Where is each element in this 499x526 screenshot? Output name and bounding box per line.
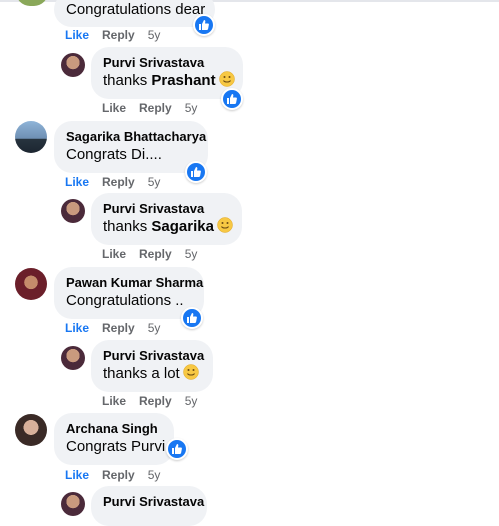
comment-bubble: Purvi Srivastava thanks Sagarika (91, 193, 242, 245)
comment-actions: Like Reply 5y (65, 28, 173, 42)
timestamp[interactable]: 5y (148, 321, 161, 335)
comment-text: thanks Prashant (103, 71, 235, 90)
comment-text: Congrats Di.... (66, 146, 162, 163)
comment-text: Congratulations dear (66, 1, 206, 18)
like-button[interactable]: Like (65, 28, 89, 42)
like-button[interactable]: Like (102, 394, 126, 408)
like-reaction-icon[interactable] (166, 438, 188, 460)
comment-text-prefix: thanks (103, 72, 152, 89)
reply-button[interactable]: Reply (139, 247, 172, 261)
mention-link[interactable]: Sagarika (151, 218, 214, 235)
like-button[interactable]: Like (65, 321, 89, 335)
comment-text-body: thanks a lot (103, 365, 180, 382)
commenter-name[interactable]: Archana Singh (66, 421, 162, 437)
avatar[interactable] (16, 0, 48, 6)
like-reaction-icon[interactable] (221, 88, 243, 110)
comment-text: Congrats Purvi (66, 438, 166, 455)
smiley-emoji-icon (182, 364, 199, 380)
comment-bubble: Purvi Srivastava (91, 486, 207, 526)
avatar[interactable] (61, 53, 85, 77)
avatar[interactable] (15, 268, 47, 300)
reply-button[interactable]: Reply (102, 175, 135, 189)
comment-text-prefix: thanks (103, 218, 152, 235)
like-reaction-icon[interactable] (193, 14, 215, 36)
avatar[interactable] (61, 346, 85, 370)
like-button[interactable]: Like (65, 468, 89, 482)
timestamp[interactable]: 5y (185, 394, 198, 408)
avatar[interactable] (15, 414, 47, 446)
comment-text: thanks Sagarika (103, 217, 233, 236)
comment-text: thanks a lot (103, 364, 201, 383)
reply-button[interactable]: Reply (102, 321, 135, 335)
smiley-emoji-icon (217, 217, 233, 233)
timestamp[interactable]: 5y (185, 101, 198, 115)
reply-button[interactable]: Reply (102, 468, 135, 482)
reply-button[interactable]: Reply (102, 28, 135, 42)
commenter-name[interactable]: Sagarika Bhattacharya (66, 129, 206, 145)
avatar[interactable] (15, 121, 47, 153)
like-button[interactable]: Like (102, 101, 126, 115)
comment-actions: Like Reply 5y (65, 321, 173, 335)
comment-bubble: Sagarika Bhattacharya Congrats Di.... (54, 121, 208, 173)
comment-bubble: Congratulations dear (54, 0, 215, 27)
timestamp[interactable]: 5y (148, 175, 161, 189)
comment-actions: Like Reply 5y (102, 394, 210, 408)
mention-link[interactable]: Prashant (151, 72, 215, 89)
comment-bubble: Pawan Kumar Sharma Congratulations .. (54, 267, 204, 319)
comment-actions: Like Reply 5y (65, 468, 173, 482)
comment-bubble: Purvi Srivastava thanks Prashant (91, 47, 243, 99)
avatar[interactable] (61, 492, 85, 516)
comment-text: Congratulations .. (66, 292, 184, 309)
comment-bubble: Purvi Srivastava thanks a lot (91, 340, 213, 392)
comment-actions: Like Reply 5y (102, 101, 210, 115)
commenter-name[interactable]: Pawan Kumar Sharma (66, 275, 203, 291)
smiley-emoji-icon (218, 71, 235, 87)
comment-bubble: Archana Singh Congrats Purvi (54, 413, 174, 465)
timestamp[interactable]: 5y (185, 247, 198, 261)
like-reaction-icon[interactable] (185, 161, 207, 183)
comment-actions: Like Reply 5y (102, 247, 210, 261)
like-button[interactable]: Like (102, 247, 126, 261)
reply-button[interactable]: Reply (139, 394, 172, 408)
like-button[interactable]: Like (65, 175, 89, 189)
commenter-name[interactable]: Purvi Srivastava (103, 494, 204, 510)
timestamp[interactable]: 5y (148, 28, 161, 42)
avatar[interactable] (61, 199, 85, 223)
commenter-name[interactable]: Purvi Srivastava (103, 55, 231, 71)
like-reaction-icon[interactable] (181, 307, 203, 329)
timestamp[interactable]: 5y (148, 468, 161, 482)
commenter-name[interactable]: Purvi Srivastava (103, 348, 204, 364)
commenter-name[interactable]: Purvi Srivastava (103, 201, 230, 217)
reply-button[interactable]: Reply (139, 101, 172, 115)
comment-actions: Like Reply 5y (65, 175, 173, 189)
